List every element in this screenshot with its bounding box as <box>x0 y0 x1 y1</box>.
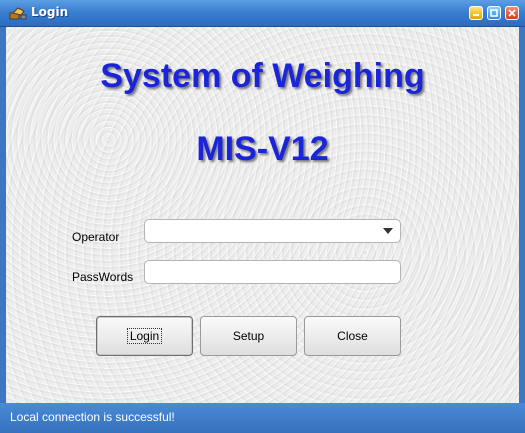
operator-select[interactable] <box>144 219 401 243</box>
system-title: System of Weighing <box>100 57 425 95</box>
operator-label: Operator <box>72 230 120 244</box>
title-bar[interactable]: Login <box>0 0 525 27</box>
status-message: Local connection is successful! <box>10 410 175 424</box>
close-button[interactable]: Close <box>304 316 401 356</box>
password-label: PassWords <box>72 270 134 284</box>
login-button[interactable]: Login <box>96 316 193 356</box>
setup-button[interactable]: Setup <box>200 316 297 356</box>
window-title: Login <box>31 5 69 19</box>
close-icon[interactable] <box>505 6 519 20</box>
login-panel: System of Weighing MIS-V12 Operator Pass… <box>6 27 519 403</box>
minimize-icon[interactable] <box>469 6 483 20</box>
chevron-down-icon[interactable] <box>383 228 393 234</box>
maximize-icon[interactable] <box>487 6 501 20</box>
app-icon <box>9 6 27 21</box>
login-window: Login System of Weighing MIS-V12 Operato… <box>0 0 525 433</box>
password-input[interactable] <box>144 260 401 284</box>
status-bar: Local connection is successful! <box>0 403 525 433</box>
login-button-label: Login <box>126 328 163 344</box>
system-version: MIS-V12 <box>196 130 329 168</box>
